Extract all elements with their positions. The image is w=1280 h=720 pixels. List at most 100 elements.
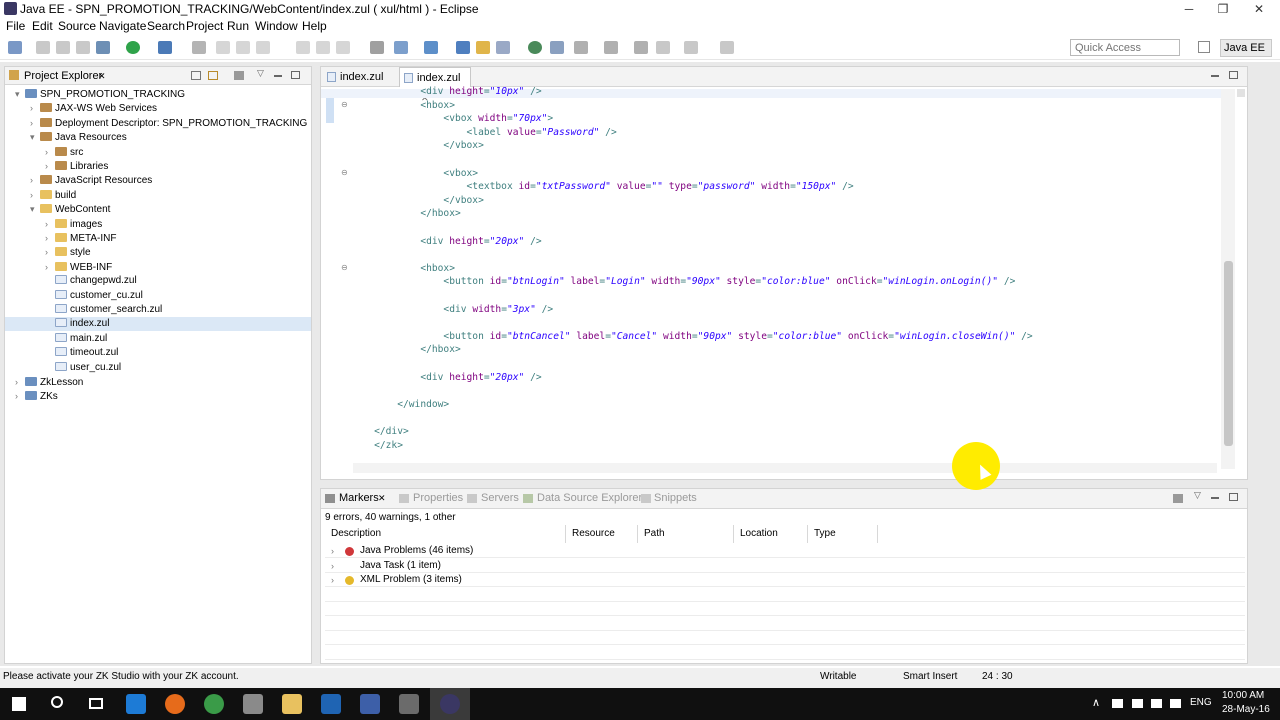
tree-item[interactable]: › build xyxy=(5,188,311,202)
vertical-scroll-thumb[interactable] xyxy=(1224,261,1233,446)
outlook-icon[interactable] xyxy=(321,694,341,714)
menu-window[interactable]: Window xyxy=(255,19,298,33)
horizontal-scrollbar[interactable] xyxy=(353,463,1217,473)
marker-row[interactable]: › XML Problem (3 items) xyxy=(325,573,1245,587)
tree-item[interactable]: customer_search.zul xyxy=(5,303,311,317)
menu-file[interactable]: File xyxy=(6,19,25,33)
menu-edit[interactable]: Edit xyxy=(32,19,53,33)
expand-arrow-icon[interactable]: › xyxy=(331,573,334,587)
expand-arrow-icon[interactable]: › xyxy=(45,145,55,159)
expand-arrow-icon[interactable]: › xyxy=(15,375,25,389)
step-return-icon[interactable] xyxy=(336,41,350,54)
maximize-button[interactable]: ❐ xyxy=(1207,0,1239,18)
tree-item[interactable]: ▾ WebContent xyxy=(5,202,311,216)
tree-item[interactable]: › Libraries xyxy=(5,159,311,173)
chrome-icon[interactable] xyxy=(204,694,224,714)
language-indicator[interactable]: ENG xyxy=(1190,697,1212,708)
wifi-icon[interactable] xyxy=(1132,699,1143,708)
new-server-icon[interactable] xyxy=(394,41,408,54)
last-edit-icon[interactable] xyxy=(634,41,648,54)
tree-item[interactable]: timeout.zul xyxy=(5,346,311,360)
tree-item[interactable]: › style xyxy=(5,245,311,259)
expand-arrow-icon[interactable]: ▾ xyxy=(30,130,40,144)
external-tools-icon[interactable] xyxy=(158,41,172,54)
film-icon[interactable] xyxy=(399,694,419,714)
expand-arrow-icon[interactable]: › xyxy=(331,559,334,573)
expand-arrow-icon[interactable]: › xyxy=(45,260,55,274)
prev-annotation-icon[interactable] xyxy=(604,41,618,54)
open-folder-icon[interactable] xyxy=(476,41,490,54)
step-into-icon[interactable] xyxy=(296,41,310,54)
expand-arrow-icon[interactable]: › xyxy=(331,544,334,558)
open-perspective-icon[interactable] xyxy=(1198,41,1210,53)
clock-date[interactable]: 28-May-16 xyxy=(1222,704,1270,715)
open-type-icon[interactable] xyxy=(456,41,470,54)
terminate-icon[interactable] xyxy=(256,41,270,54)
link-with-editor-icon[interactable] xyxy=(208,71,218,80)
perspective-java-ee[interactable]: Java EE xyxy=(1220,39,1272,57)
minimize-view-icon[interactable] xyxy=(274,75,282,77)
menu-search[interactable]: Search xyxy=(147,19,185,33)
close-window-button[interactable]: ✕ xyxy=(1243,0,1275,18)
save-icon[interactable] xyxy=(36,41,50,54)
marker-row[interactable]: › Java Task (1 item) xyxy=(325,559,1245,573)
skip-breakpoints-icon[interactable] xyxy=(192,41,206,54)
next-annotation-icon[interactable] xyxy=(574,41,588,54)
visual-studio-icon[interactable] xyxy=(360,694,380,714)
debug-icon[interactable] xyxy=(96,41,110,54)
tree-item[interactable]: › ZkLesson xyxy=(5,375,311,389)
menu-navigate[interactable]: Navigate xyxy=(99,19,146,33)
expand-arrow-icon[interactable]: › xyxy=(45,217,55,231)
expand-arrow-icon[interactable]: › xyxy=(45,159,55,173)
edge-icon[interactable] xyxy=(126,694,146,714)
expand-arrow-icon[interactable]: › xyxy=(30,188,40,202)
expand-arrow-icon[interactable]: › xyxy=(45,231,55,245)
menu-help[interactable]: Help xyxy=(302,19,327,33)
tree-item[interactable]: user_cu.zul xyxy=(5,361,311,375)
tree-item[interactable]: customer_cu.zul xyxy=(5,289,311,303)
maximize-editor-icon[interactable] xyxy=(1229,71,1238,79)
back-icon[interactable] xyxy=(656,41,670,54)
toggle-mark-icon[interactable] xyxy=(370,41,384,54)
menu-run[interactable]: Run xyxy=(227,19,249,33)
search-tool-icon[interactable] xyxy=(496,41,510,54)
run-icon[interactable] xyxy=(126,41,140,54)
expand-arrow-icon[interactable]: ▾ xyxy=(15,87,25,101)
fold-toggle-icon[interactable]: ⊖ xyxy=(341,100,348,109)
clock-time[interactable]: 10:00 AM xyxy=(1222,690,1264,701)
tree-item[interactable]: › ZKs xyxy=(5,389,311,403)
expand-arrow-icon[interactable]: › xyxy=(30,116,40,130)
collapse-all-icon[interactable] xyxy=(191,71,201,80)
expand-arrow-icon[interactable]: ▾ xyxy=(30,202,40,216)
save-all-icon[interactable] xyxy=(56,41,70,54)
menu-project[interactable]: Project xyxy=(186,19,223,33)
eclipse-taskbar-button[interactable] xyxy=(430,688,470,720)
minimize-button[interactable]: ─ xyxy=(1173,0,1205,18)
close-icon[interactable]: ✕ xyxy=(98,71,106,82)
print-icon[interactable] xyxy=(76,41,90,54)
expand-arrow-icon[interactable]: › xyxy=(15,389,25,403)
tree-item[interactable]: › WEB-INF xyxy=(5,260,311,274)
expand-arrow-icon[interactable]: › xyxy=(30,101,40,115)
new-icon[interactable] xyxy=(8,41,22,54)
pin-editor-icon[interactable] xyxy=(720,41,734,54)
search-icon[interactable] xyxy=(51,696,63,708)
tree-item[interactable]: › src xyxy=(5,145,311,159)
task-view-icon[interactable] xyxy=(89,698,103,709)
tray-chevron-icon[interactable]: ∧ xyxy=(1092,696,1100,709)
maximize-view-icon[interactable] xyxy=(291,71,300,79)
marker-row[interactable]: › Java Problems (46 items) xyxy=(325,544,1245,558)
volume-icon[interactable] xyxy=(1151,699,1162,708)
menu-source[interactable]: Source xyxy=(58,19,96,33)
network-icon[interactable] xyxy=(1112,699,1123,708)
fold-toggle-icon[interactable]: ⊖ xyxy=(341,263,348,272)
resume-icon[interactable] xyxy=(216,41,230,54)
globe-icon[interactable] xyxy=(528,41,542,54)
tree-item[interactable]: › META-INF xyxy=(5,231,311,245)
view-menu-icon[interactable]: ▽ xyxy=(257,68,264,79)
app-icon[interactable] xyxy=(243,694,263,714)
tree-item[interactable]: › Deployment Descriptor: SPN_PROMOTION_TR… xyxy=(5,116,311,130)
step-over-icon[interactable] xyxy=(316,41,330,54)
tree-item[interactable]: › JavaScript Resources xyxy=(5,173,311,187)
suspend-icon[interactable] xyxy=(236,41,250,54)
